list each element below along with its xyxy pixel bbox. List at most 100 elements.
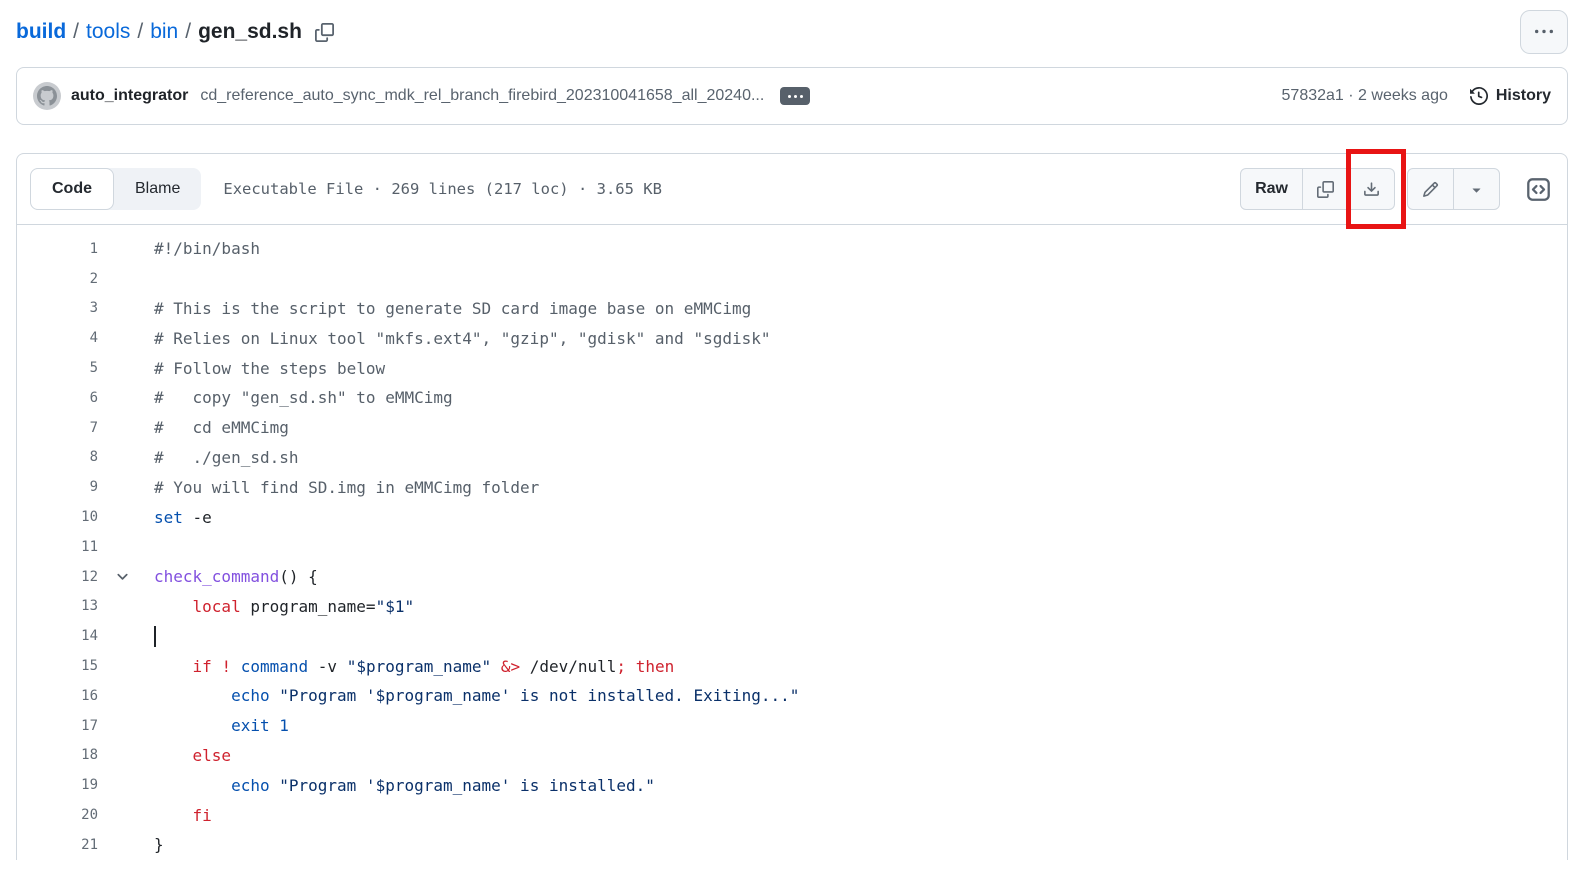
line-number[interactable]: 5	[17, 360, 98, 376]
pencil-icon	[1422, 181, 1439, 198]
code-line: 11	[17, 532, 1567, 562]
code-blame-switch: Code Blame	[30, 168, 201, 210]
code-text: if ! command -v "$program_name" &> /dev/…	[154, 657, 674, 676]
line-number[interactable]: 14	[17, 628, 98, 644]
code-line: 7 # cd eMMCimg	[17, 413, 1567, 443]
code-text: # Relies on Linux tool "mkfs.ext4", "gzi…	[154, 329, 771, 348]
symbols-panel-button[interactable]	[1526, 177, 1551, 202]
text-cursor	[154, 626, 156, 647]
line-number[interactable]: 6	[17, 390, 98, 406]
code-line: 12 check_command() {	[17, 562, 1567, 592]
file-view-page: build / tools / bin / gen_sd.sh auto_int…	[0, 0, 1584, 860]
code-line: 9# You will find SD.img in eMMCimg folde…	[17, 472, 1567, 502]
code-text: exit 1	[154, 716, 289, 735]
code-text: #!/bin/bash	[154, 239, 260, 258]
breadcrumb: build / tools / bin / gen_sd.sh	[16, 20, 334, 44]
download-icon	[1363, 181, 1380, 198]
fold-chevron-icon[interactable]	[98, 569, 154, 584]
code-square-icon	[1526, 177, 1551, 202]
code-text: echo "Program '$program_name' is not ins…	[154, 686, 799, 705]
line-number[interactable]: 1	[17, 241, 98, 257]
edit-dropdown-button[interactable]	[1453, 169, 1499, 209]
breadcrumb-file-name: gen_sd.sh	[198, 20, 302, 44]
page-header: build / tools / bin / gen_sd.sh	[16, 0, 1568, 54]
code-text: # cd eMMCimg	[154, 418, 289, 437]
file-metadata: Executable File · 269 lines (217 loc) · …	[223, 180, 662, 198]
line-number[interactable]: 9	[17, 479, 98, 495]
copy-file-button[interactable]	[1302, 169, 1348, 209]
line-number[interactable]: 11	[17, 539, 98, 555]
tab-blame[interactable]: Blame	[114, 168, 201, 210]
code-text: local program_name="$1"	[154, 597, 414, 616]
commit-author-link[interactable]: auto_integrator	[71, 87, 188, 105]
code-line: 19 echo "Program '$program_name' is inst…	[17, 770, 1567, 800]
page-options-button[interactable]	[1520, 10, 1568, 54]
download-button[interactable]	[1348, 169, 1394, 209]
commit-sha-and-time: 57832a1 · 2 weeks ago	[1282, 87, 1448, 105]
edit-group	[1407, 168, 1500, 210]
file-toolbar: Code Blame Executable File · 269 lines (…	[17, 154, 1567, 225]
breadcrumb-folder-tools[interactable]: tools	[86, 20, 130, 44]
history-button[interactable]: History	[1470, 87, 1551, 105]
breadcrumb-folder-bin[interactable]: bin	[150, 20, 178, 44]
line-number[interactable]: 18	[17, 747, 98, 763]
raw-button[interactable]: Raw	[1241, 169, 1302, 209]
code-text: check_command() {	[154, 567, 318, 586]
history-clock-icon	[1470, 87, 1488, 105]
kebab-horizontal-icon	[1535, 23, 1553, 41]
code-line: 4 # Relies on Linux tool "mkfs.ext4", "gz…	[17, 323, 1567, 353]
line-number[interactable]: 16	[17, 688, 98, 704]
code-line: 5# Follow the steps below	[17, 353, 1567, 383]
breadcrumb-separator: /	[185, 20, 191, 44]
line-number[interactable]: 4	[17, 330, 98, 346]
file-content-container: Code Blame Executable File · 269 lines (…	[16, 153, 1568, 860]
code-line: 21}	[17, 830, 1567, 860]
code-line: 15 if ! command -v "$program_name" &> /d…	[17, 651, 1567, 681]
code-text: # This is the script to generate SD card…	[154, 299, 751, 318]
code-line: 13 local program_name="$1"	[17, 592, 1567, 622]
tab-code[interactable]: Code	[30, 168, 114, 210]
avatar	[33, 82, 61, 110]
code-line: 3 # This is the script to generate SD car…	[17, 294, 1567, 324]
history-label: History	[1496, 87, 1551, 105]
ellipsis-expand-icon[interactable]	[780, 87, 810, 105]
code-line: 20 fi	[17, 800, 1567, 830]
code-line: 10 set -e	[17, 502, 1567, 532]
code-line: 6# copy "gen_sd.sh" to eMMCimg	[17, 383, 1567, 413]
line-number[interactable]: 17	[17, 718, 98, 734]
line-number[interactable]: 7	[17, 420, 98, 436]
code-text: set -e	[154, 508, 212, 527]
code-line: 16 echo "Program '$program_name' is not …	[17, 681, 1567, 711]
code-line: 1 #!/bin/bash	[17, 234, 1567, 264]
line-number[interactable]: 15	[17, 658, 98, 674]
line-number[interactable]: 10	[17, 509, 98, 525]
code-lines: 1 #!/bin/bash 2 3 # This is the script to ge…	[17, 225, 1567, 860]
commit-meta: 57832a1 · 2 weeks ago History	[1282, 87, 1551, 105]
line-number[interactable]: 3	[17, 300, 98, 316]
breadcrumb-repo-link[interactable]: build	[16, 20, 66, 44]
raw-copy-download-group: Raw	[1240, 168, 1395, 210]
code-text: }	[154, 835, 164, 854]
code-line: 17 exit 1	[17, 711, 1567, 741]
line-number[interactable]: 13	[17, 598, 98, 614]
copy-file-icon	[1317, 181, 1334, 198]
line-number[interactable]: 8	[17, 449, 98, 465]
file-actions: Raw	[1240, 168, 1551, 210]
copy-path-icon[interactable]	[315, 23, 334, 42]
code-text: echo "Program '$program_name' is install…	[154, 776, 655, 795]
code-text	[154, 626, 156, 647]
breadcrumb-separator: /	[137, 20, 143, 44]
line-number[interactable]: 21	[17, 837, 98, 853]
line-number[interactable]: 19	[17, 777, 98, 793]
line-number[interactable]: 2	[17, 271, 98, 287]
code-text: else	[154, 746, 231, 765]
breadcrumb-separator: /	[73, 20, 79, 44]
latest-commit-bar: auto_integrator cd_reference_auto_sync_m…	[16, 67, 1568, 125]
line-number[interactable]: 20	[17, 807, 98, 823]
code-line: 18 else	[17, 741, 1567, 771]
triangle-down-icon	[1468, 181, 1485, 198]
line-number[interactable]: 12	[17, 569, 98, 585]
edit-button[interactable]	[1408, 169, 1453, 209]
commit-message-link[interactable]: cd_reference_auto_sync_mdk_rel_branch_fi…	[200, 87, 764, 105]
code-text: fi	[154, 806, 212, 825]
